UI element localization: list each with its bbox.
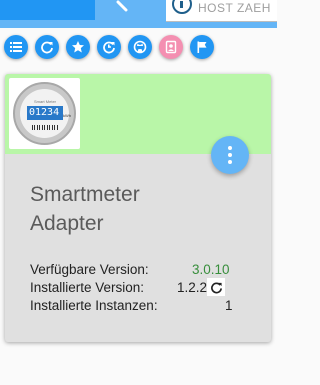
list-view-button[interactable] [4,35,28,59]
meter-display-text: 01234 [27,106,63,120]
meter-unit-text: kWh [63,113,71,118]
github-install-button[interactable] [128,35,152,59]
adapter-image: Smart Meter 01234 kWh [9,78,80,149]
installed-instances-row: Installierte Instanzen: 1 [30,297,266,315]
more-vert-icon [228,146,232,164]
refresh-icon [41,41,53,54]
host-selector[interactable]: HOST ZAEH [166,0,277,22]
flag-icon [197,41,207,53]
more-options-button[interactable] [211,136,249,174]
installed-instances-label: Installierte Instanzen: [30,298,158,313]
available-version-label: Verfügbare Version: [30,262,149,277]
github-icon [133,40,147,54]
installed-version-label: Installierte Version: [30,280,145,295]
adapter-title-line1: Smartmeter [30,183,140,206]
top-bar: HOST ZAEH [0,0,277,28]
flag-button[interactable] [190,35,214,59]
update-all-button[interactable] [97,35,121,59]
installed-version-row: Installierte Version: 1.2.2 [30,278,266,297]
top-bar-tab[interactable] [0,0,95,20]
installed-instances-value: 1 [225,298,233,313]
meter-barcode [32,125,58,130]
meter-brand-text: Smart Meter [34,99,57,104]
available-version-value: 3.0.10 [192,262,230,277]
star-icon [72,41,84,53]
search-icon[interactable] [112,0,134,14]
custom-install-button[interactable] [159,35,183,59]
update-icon [103,41,115,54]
adapter-title-line2: Adapter [30,212,104,235]
smartmeter-icon: Smart Meter 01234 kWh [13,82,76,145]
refresh-button[interactable] [35,35,59,59]
favorites-button[interactable] [66,35,90,59]
adapter-card: Smart Meter 01234 kWh Smartmeter Adapter… [5,74,271,342]
available-version-row: Verfügbare Version: 3.0.10 [30,261,266,279]
adapter-title: Smartmeter Adapter [30,180,210,238]
installed-version-value: 1.2.2 [177,280,208,295]
list-icon [10,42,22,52]
contact-icon [165,40,177,54]
info-icon [172,0,192,14]
adapter-info: Verfügbare Version: 3.0.10 Installierte … [30,261,266,315]
update-adapter-icon[interactable] [207,278,225,296]
host-label: HOST ZAEH [198,1,271,15]
